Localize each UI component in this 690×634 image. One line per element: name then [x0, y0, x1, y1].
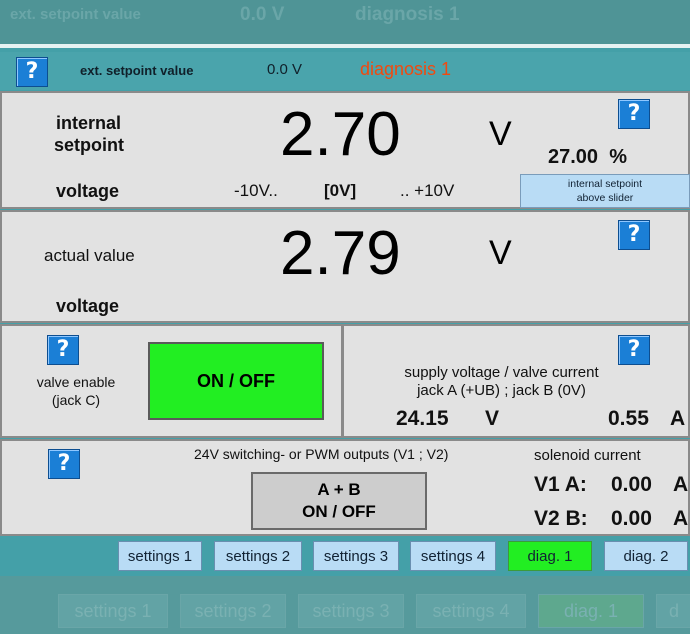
valve-enable-label: valve enable [36, 374, 116, 390]
ghost-tab: settings 2 [180, 594, 286, 628]
help-icon[interactable]: ? [618, 99, 650, 129]
outputs-ab-on-off-button[interactable]: A + B ON / OFF [251, 472, 427, 530]
internal-setpoint-title-1: internal [56, 113, 122, 133]
ghost-ext-setpoint-label: ext. setpoint value [10, 6, 141, 23]
actual-value-title: actual value [44, 246, 135, 265]
solenoid-current-title: solenoid current [534, 447, 641, 464]
valve-on-off-button[interactable]: ON / OFF [148, 342, 324, 420]
internal-setpoint-title-2: setpoint [54, 135, 124, 155]
valve-enable-jack-label: (jack C) [51, 392, 101, 408]
ext-setpoint-label: ext. setpoint value [80, 63, 194, 78]
help-icon[interactable]: ? [48, 449, 80, 479]
actual-value-panel: actual value voltage 2.79 V ? [0, 210, 690, 323]
outputs-panel: ? 24V switching- or PWM outputs (V1 ; V2… [0, 439, 690, 536]
tab-settings-1[interactable]: settings 1 [118, 541, 202, 571]
ext-setpoint-value: 0.0 V [267, 61, 303, 78]
outputs-button-line-1: A + B [317, 480, 361, 499]
ghost-tab: settings 1 [58, 594, 168, 628]
supply-voltage-value: 24.15 [396, 407, 449, 430]
help-icon[interactable]: ? [16, 57, 48, 87]
internal-setpoint-above-slider-button[interactable]: internal setpoint above slider [520, 174, 690, 208]
ghost-tab: settings 4 [416, 594, 526, 628]
tab-diag-2[interactable]: diag. 2 [604, 541, 688, 571]
outputs-button-line-2: ON / OFF [302, 502, 376, 521]
internal-setpoint-panel: internal setpoint voltage 2.70 V -10V.. … [0, 91, 690, 209]
range-low-label: -10V.. [234, 181, 278, 200]
actual-value-voltage-label: voltage [56, 296, 120, 316]
ghost-tab: d [656, 594, 690, 628]
internal-setpoint-unit: V [489, 115, 512, 153]
solenoid-v1-unit: A [673, 473, 689, 496]
tab-settings-4[interactable]: settings 4 [410, 541, 496, 571]
actual-value-number: 2.79 [280, 219, 401, 288]
solenoid-v1-value: 0.00 [611, 473, 652, 496]
internal-setpoint-value: 2.70 [280, 100, 401, 169]
solenoid-v2-unit: A [673, 507, 689, 530]
solenoid-v2-label: V2 B: [534, 507, 588, 530]
ghost-ext-setpoint-value: 0.0 V [240, 4, 285, 25]
background-ghost-header: ext. setpoint value 0.0 V diagnosis 1 [0, 0, 690, 44]
supply-title-line-1: supply voltage / valve current [404, 364, 599, 381]
outputs-title: 24V switching- or PWM outputs (V1 ; V2) [194, 446, 449, 462]
help-icon[interactable]: ? [47, 335, 79, 365]
range-mid-label: [0V] [324, 181, 357, 200]
background-ghost-tabs: settings 1 settings 2 settings 3 setting… [0, 576, 690, 634]
ghost-mode-label: diagnosis 1 [355, 4, 460, 25]
solenoid-v2-value: 0.00 [611, 507, 652, 530]
help-icon[interactable]: ? [618, 335, 650, 365]
internal-setpoint-voltage-label: voltage [56, 181, 120, 201]
valve-current-unit: A [670, 407, 686, 430]
ghost-tab: diag. 1 [538, 594, 644, 628]
actual-value-unit: V [489, 234, 512, 272]
valve-current-value: 0.55 [608, 407, 649, 430]
header-bar: ? ext. setpoint value 0.0 V diagnosis 1 [0, 52, 690, 90]
mode-label: diagnosis 1 [360, 59, 452, 79]
tab-settings-3[interactable]: settings 3 [313, 541, 399, 571]
slider-button-line-1: internal setpoint [567, 178, 643, 190]
percent-unit: % [609, 146, 627, 168]
range-high-label: .. +10V [400, 181, 455, 200]
help-icon[interactable]: ? [618, 220, 650, 250]
ghost-tab: settings 3 [298, 594, 404, 628]
supply-panel: ? supply voltage / valve current jack A … [342, 324, 690, 438]
valve-enable-panel: ? valve enable (jack C) ON / OFF [0, 324, 343, 438]
percent-value: 27.00 [548, 146, 599, 168]
internal-setpoint-percent: 27.00 % [548, 146, 627, 169]
tab-diag-1[interactable]: diag. 1 [508, 541, 592, 571]
solenoid-v1-label: V1 A: [534, 473, 587, 496]
slider-button-line-2: above slider [576, 192, 634, 204]
supply-title-line-2: jack A (+UB) ; jack B (0V) [417, 382, 586, 399]
tab-settings-2[interactable]: settings 2 [214, 541, 302, 571]
supply-voltage-unit: V [485, 407, 500, 430]
